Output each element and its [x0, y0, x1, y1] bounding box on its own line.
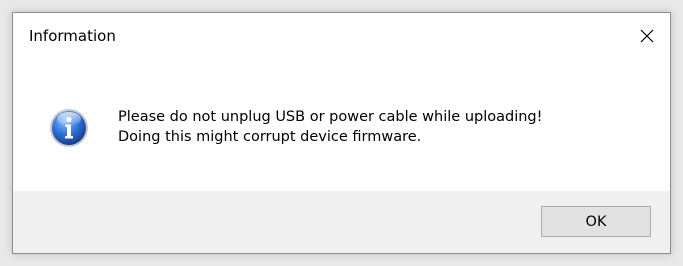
dialog-message: Please do not unplug USB or power cable …: [118, 107, 542, 147]
dialog-title: Information: [29, 27, 116, 45]
close-icon: [640, 29, 654, 42]
title-bar[interactable]: Information: [13, 13, 670, 58]
message-line-1: Please do not unplug USB or power cable …: [118, 109, 543, 125]
message-line-2: Doing this might corrupt device firmware…: [118, 129, 422, 145]
info-icon: [50, 109, 88, 147]
dialog-body: Please do not unplug USB or power cable …: [13, 58, 670, 192]
close-button[interactable]: [624, 13, 670, 58]
ok-button[interactable]: OK: [541, 206, 651, 237]
dialog-footer: OK: [13, 191, 670, 253]
information-dialog: Information Please do not unplug USB or …: [12, 12, 671, 254]
